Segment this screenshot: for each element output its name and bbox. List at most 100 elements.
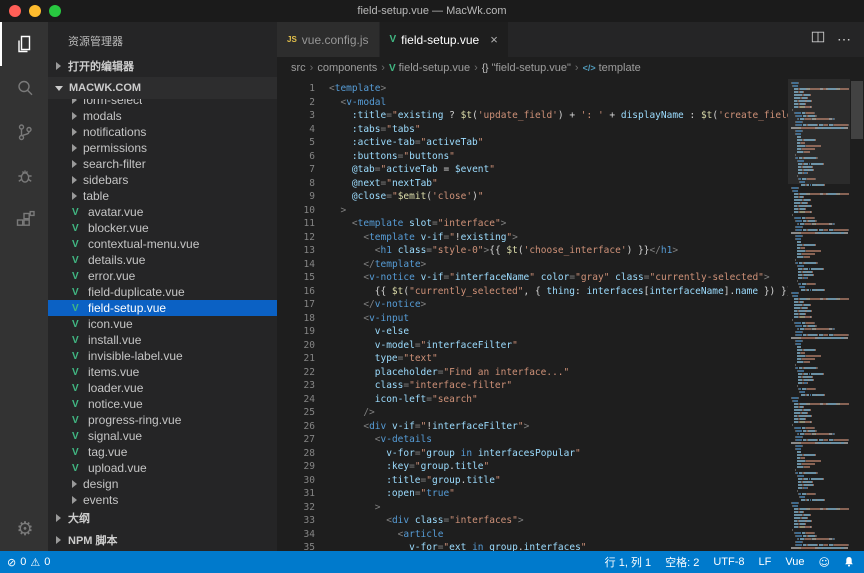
- project-section[interactable]: MACWK.COM: [48, 77, 277, 99]
- encoding-setting[interactable]: UTF-8: [706, 556, 751, 568]
- line-number: 16: [277, 285, 315, 299]
- tree-item-progress-ring.vue[interactable]: Vprogress-ring.vue: [48, 412, 277, 428]
- tree-item-loader.vue[interactable]: Vloader.vue: [48, 380, 277, 396]
- breadcrumb-item[interactable]: Vfield-setup.vue: [389, 62, 470, 74]
- tree-item-icon.vue[interactable]: Vicon.vue: [48, 316, 277, 332]
- tree-item-signal.vue[interactable]: Vsignal.vue: [48, 428, 277, 444]
- tree-item-field-setup.vue[interactable]: Vfield-setup.vue: [48, 300, 277, 316]
- tree-item-modals[interactable]: modals: [48, 108, 277, 124]
- outline-section[interactable]: 大纲: [48, 507, 277, 529]
- tree-item-design[interactable]: design: [48, 476, 277, 492]
- vue-file-icon: V: [72, 303, 84, 314]
- feedback-smiley-icon[interactable]: ☺: [812, 556, 837, 569]
- chevron-right-icon: [56, 514, 61, 522]
- code-line: icon-left="search": [329, 393, 788, 407]
- tree-item-invisible-label.vue[interactable]: Vinvisible-label.vue: [48, 348, 277, 364]
- tree-item-label: invisible-label.vue: [88, 349, 183, 363]
- line-number: 1: [277, 82, 315, 96]
- tree-item-field-duplicate.vue[interactable]: Vfield-duplicate.vue: [48, 284, 277, 300]
- tree-item-sidebars[interactable]: sidebars: [48, 172, 277, 188]
- code-line: @tab="activeTab = $event": [329, 163, 788, 177]
- scrollbar-thumb[interactable]: [851, 81, 863, 139]
- tree-item-install.vue[interactable]: Vinstall.vue: [48, 332, 277, 348]
- close-tab-icon[interactable]: ×: [490, 32, 498, 47]
- problems-indicator[interactable]: ⊘ 0 ⚠ 0: [0, 556, 57, 569]
- breadcrumb-separator-icon: ›: [575, 62, 579, 74]
- tree-item-avatar.vue[interactable]: Vavatar.vue: [48, 204, 277, 220]
- explorer-icon[interactable]: [0, 22, 48, 66]
- breadcrumb-item[interactable]: components: [317, 62, 377, 74]
- tree-item-notice.vue[interactable]: Vnotice.vue: [48, 396, 277, 412]
- editor-scrollbar[interactable]: [850, 79, 864, 551]
- vue-file-icon: V: [72, 287, 84, 298]
- search-icon[interactable]: [0, 66, 48, 110]
- close-window-button[interactable]: [9, 5, 21, 17]
- vue-file-icon: V: [72, 335, 84, 346]
- more-actions-icon[interactable]: ⋯: [837, 31, 852, 48]
- line-number: 18: [277, 312, 315, 326]
- code-line: v-model="interfaceFilter": [329, 339, 788, 353]
- tree-item-error.vue[interactable]: Verror.vue: [48, 268, 277, 284]
- line-number: 5: [277, 136, 315, 150]
- code-line: <div class="interfaces">: [329, 514, 788, 528]
- zoom-window-button[interactable]: [49, 5, 61, 17]
- file-tree: form-selectmodalsnotificationspermission…: [48, 99, 277, 507]
- tree-item-upload.vue[interactable]: Vupload.vue: [48, 460, 277, 476]
- settings-gear-icon[interactable]: ⚙: [0, 507, 48, 551]
- tree-item-permissions[interactable]: permissions: [48, 140, 277, 156]
- tree-item-table[interactable]: table: [48, 188, 277, 204]
- code-line: :active-tab="activeTab": [329, 136, 788, 150]
- debug-icon[interactable]: [0, 154, 48, 198]
- tree-item-label: signal.vue: [88, 429, 142, 443]
- line-number: 8: [277, 177, 315, 191]
- code-line: <h1 class="style-0">{{ $t('choose_interf…: [329, 244, 788, 258]
- minimap[interactable]: [788, 79, 850, 551]
- code-line: v-for="group in interfacesPopular": [329, 447, 788, 461]
- open-editors-section[interactable]: 打开的编辑器: [48, 55, 277, 77]
- tab-field-setup.vue[interactable]: Vfield-setup.vue×: [380, 22, 509, 57]
- code-line: v-for="ext in group.interfaces": [329, 541, 788, 551]
- vue-file-icon: V: [72, 367, 84, 378]
- tree-item-search-filter[interactable]: search-filter: [48, 156, 277, 172]
- code-line: :title="group.title": [329, 474, 788, 488]
- breadcrumb-label: "field-setup.vue": [492, 62, 571, 74]
- tree-item-events[interactable]: events: [48, 492, 277, 507]
- tree-item-tag.vue[interactable]: Vtag.vue: [48, 444, 277, 460]
- vue-file-icon: V: [72, 207, 84, 218]
- breadcrumb-item[interactable]: </>template: [583, 62, 641, 74]
- tree-item-label: form-select: [83, 99, 142, 107]
- vue-file-icon: V: [72, 239, 84, 250]
- code-line: :key="group.title": [329, 460, 788, 474]
- tree-item-contextual-menu.vue[interactable]: Vcontextual-menu.vue: [48, 236, 277, 252]
- extensions-icon[interactable]: [0, 198, 48, 242]
- breadcrumb-item[interactable]: {}"field-setup.vue": [482, 62, 571, 74]
- source-control-icon[interactable]: [0, 110, 48, 154]
- status-bar: ⊘ 0 ⚠ 0 行 1, 列 1 空格: 2 UTF-8 LF Vue ☺: [0, 551, 864, 573]
- line-number: 7: [277, 163, 315, 177]
- tree-item-items.vue[interactable]: Vitems.vue: [48, 364, 277, 380]
- code-line: <template>: [329, 82, 788, 96]
- minimize-window-button[interactable]: [29, 5, 41, 17]
- gear-icon: ⚙: [16, 518, 33, 540]
- tree-item-notifications[interactable]: notifications: [48, 124, 277, 140]
- split-editor-icon[interactable]: [811, 30, 825, 49]
- chevron-right-icon: [72, 192, 77, 200]
- tab-vue.config.js[interactable]: JSvue.config.js: [277, 22, 380, 57]
- indentation-setting[interactable]: 空格: 2: [658, 554, 706, 570]
- tree-item-label: progress-ring.vue: [88, 413, 181, 427]
- vue-file-icon: V: [72, 447, 84, 458]
- npm-scripts-section[interactable]: NPM 脚本: [48, 529, 277, 551]
- breadcrumb-item[interactable]: src: [291, 62, 306, 74]
- tab-label: field-setup.vue: [401, 33, 479, 47]
- cursor-position[interactable]: 行 1, 列 1: [598, 554, 658, 570]
- title-bar: field-setup.vue — MacWk.com: [0, 0, 864, 22]
- tree-item-blocker.vue[interactable]: Vblocker.vue: [48, 220, 277, 236]
- tree-item-label: error.vue: [88, 269, 135, 283]
- code-editor[interactable]: 1234567891011121314151617181920212223242…: [277, 79, 864, 551]
- language-mode[interactable]: Vue: [778, 556, 811, 568]
- tree-item-details.vue[interactable]: Vdetails.vue: [48, 252, 277, 268]
- eol-setting[interactable]: LF: [752, 556, 779, 568]
- tree-item-label: tag.vue: [88, 445, 127, 459]
- tree-item-form-select[interactable]: form-select: [48, 99, 277, 108]
- notifications-bell-icon[interactable]: [837, 556, 864, 568]
